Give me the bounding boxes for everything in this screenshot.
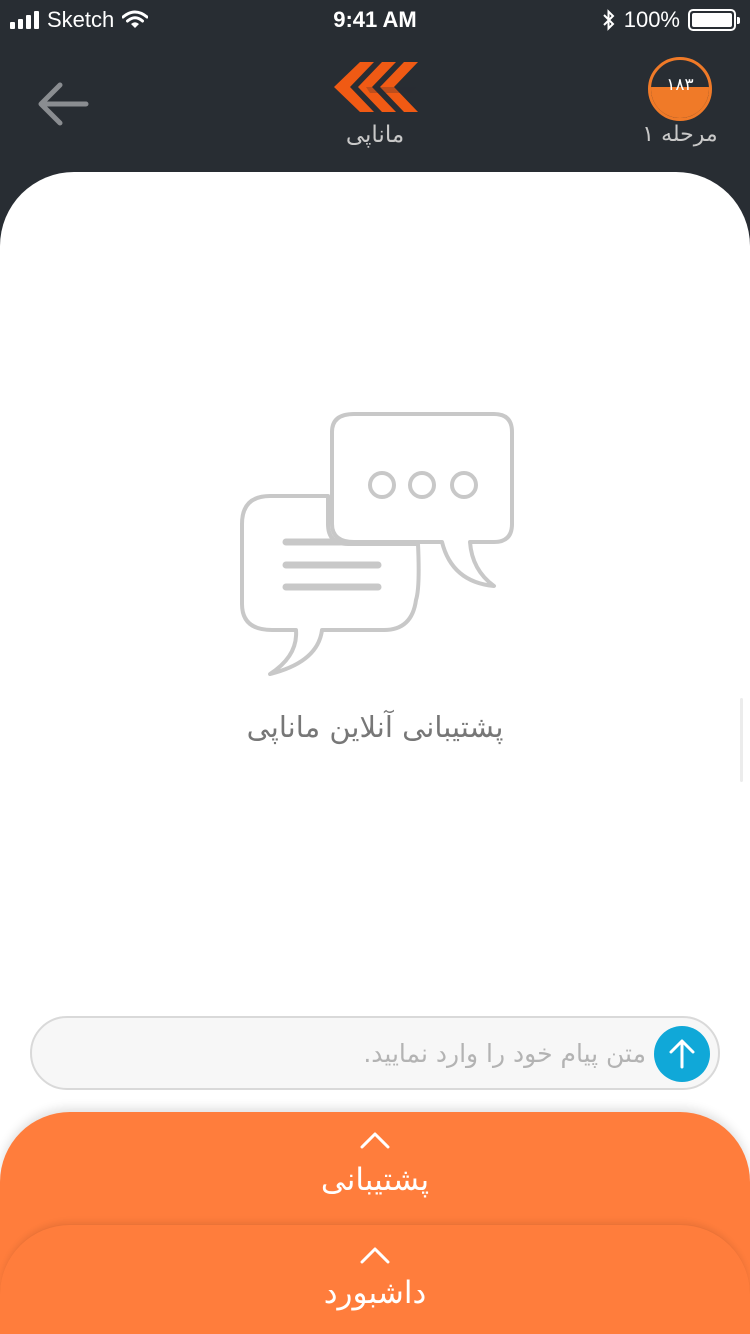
status-right: 100%: [602, 7, 740, 33]
status-bar: Sketch 9:41 AM 100%: [0, 0, 750, 40]
empty-state-title: پشتیبانی آنلاین ماناپی: [246, 710, 504, 744]
message-composer: [30, 1016, 720, 1090]
chevrons-logo-icon: [334, 62, 418, 112]
battery-percent: 100%: [623, 7, 680, 32]
arrow-left-icon: [38, 82, 89, 126]
scrollbar[interactable]: [740, 698, 743, 782]
dashboard-panel-label: داشبورد: [323, 1275, 427, 1311]
battery-icon: [688, 9, 740, 31]
dashboard-panel[interactable]: داشبورد: [0, 1224, 750, 1334]
chevron-up-icon: [360, 1132, 390, 1149]
bluetooth-icon: [603, 9, 615, 31]
message-input[interactable]: [56, 1032, 646, 1074]
chevron-up-icon: [360, 1247, 390, 1264]
level-badge[interactable]: ۱۸۳: [648, 57, 712, 121]
level-label: مرحله ۱: [642, 122, 718, 147]
chat-bubbles-icon: [240, 412, 514, 676]
send-button[interactable]: [654, 1026, 710, 1082]
level-number: ۱۸۳: [666, 75, 694, 95]
arrow-up-icon: [669, 1039, 695, 1069]
support-panel-label: پشتیبانی: [320, 1162, 430, 1198]
